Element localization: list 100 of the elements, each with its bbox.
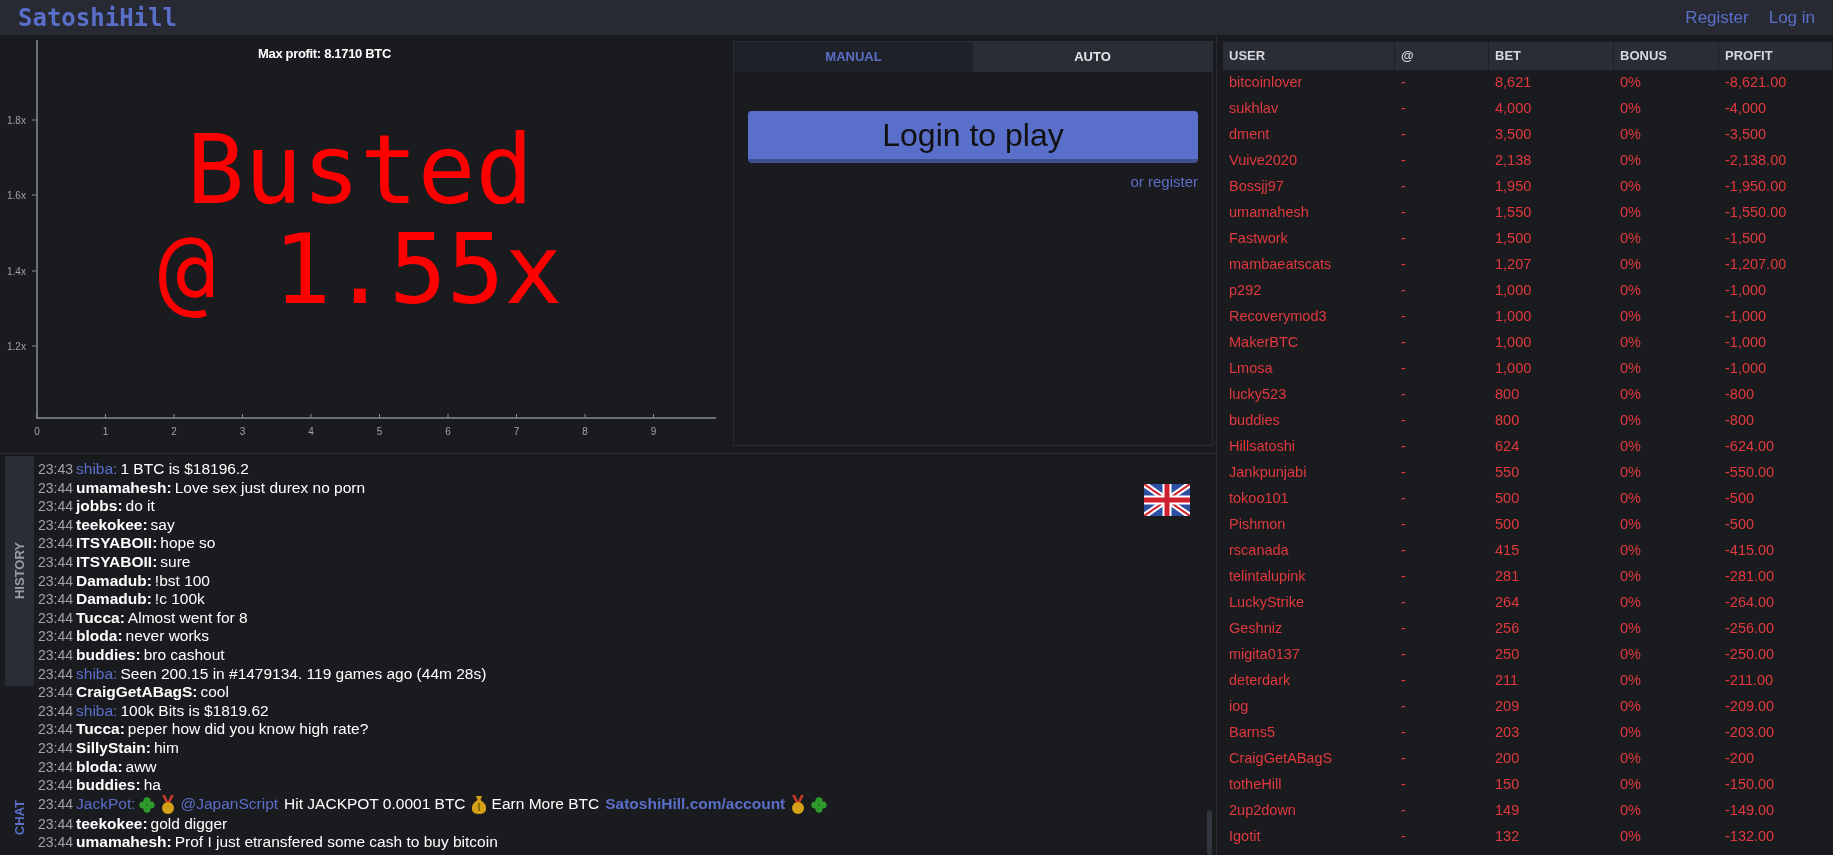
message-author[interactable]: jobbs: [76,497,123,516]
message-time: 23:44 [38,738,74,758]
message-text: Almost went for 8 [127,608,248,628]
message-author[interactable]: bloda: [76,627,123,646]
message-text: ha [143,776,161,795]
x-tick-label: 9 [650,426,657,437]
table-cell: 0% [1620,672,1641,689]
table-cell: 500 [1495,516,1520,533]
message-text: say [150,515,175,535]
table-cell: -132.00 [1725,828,1775,845]
uk-flag-icon[interactable] [1144,484,1190,516]
table-cell: - [1401,464,1406,481]
user-mention[interactable]: @JapanScript [180,795,279,814]
table-cell: 281 [1495,568,1520,585]
message-author[interactable]: umamahesh: [76,478,172,498]
message-time: 23:44 [38,534,74,553]
table-cell: -1,207.00 [1725,256,1787,273]
message-author[interactable]: SillyStain: [76,738,151,758]
table-cell: Bossjj97 [1229,178,1284,195]
column-header[interactable]: USER [1229,46,1266,66]
account-link[interactable]: SatoshiHill.com/account [605,795,786,814]
message-author[interactable]: buddies: [76,776,141,795]
table-cell: Hillsatoshi [1229,438,1296,455]
side-tab[interactable]: HISTORY [5,456,34,686]
message-time: 23:44 [38,571,74,591]
table-cell: - [1401,152,1406,169]
message-text: cool [200,683,229,702]
max-profit-label: Max profit: 8.1710 BTC [258,45,391,63]
message-author[interactable]: bloda: [76,757,123,777]
table-cell: - [1401,646,1406,663]
message-author[interactable]: shiba: [76,460,118,479]
table-cell: 1,550 [1495,204,1532,221]
table-cell: -1,000 [1725,282,1767,299]
message-author[interactable]: Tucca: [76,608,125,628]
table-cell: 0% [1620,308,1641,325]
table-cell: buddies [1229,412,1280,429]
table-cell: rscanada [1229,542,1289,559]
message-author[interactable]: shiba: [76,701,118,721]
table-cell: 0% [1620,256,1641,273]
table-cell: 132 [1495,828,1520,845]
table-cell: 0% [1620,74,1641,91]
message-author[interactable]: Damadub: [76,571,152,591]
x-tick-label: 6 [445,426,451,437]
table-cell: mambaeatscats [1229,256,1332,273]
column-header[interactable]: BONUS [1620,46,1667,66]
message-author[interactable]: CraigGetABagS: [76,683,198,702]
table-cell: 0% [1620,204,1641,221]
table-cell: 4,000 [1495,100,1532,117]
table-cell: -624.00 [1725,438,1775,455]
table-cell: 0% [1620,802,1641,819]
y-tick-label: 1.6x [7,190,26,201]
table-cell: -800 [1725,412,1755,429]
message-author[interactable]: umamahesh: [76,833,172,852]
message-author[interactable]: teekokee: [76,515,148,535]
message-author[interactable]: shiba: [76,664,118,684]
message-author[interactable]: ITSYABOII: [76,534,158,553]
table-cell: Pishmon [1229,516,1286,533]
scrollbar-thumb[interactable] [1207,810,1212,855]
table-cell: 0% [1620,438,1641,455]
table-cell: 3,500 [1495,126,1532,143]
message-author[interactable]: Damadub: [76,590,152,609]
table-cell: tokoo101 [1229,490,1289,507]
table-cell: - [1401,776,1406,793]
table-cell: -281.00 [1725,568,1775,585]
message-text: peper how did you know high rate? [127,720,369,739]
message-text: sure [160,552,191,572]
table-cell: - [1401,724,1406,741]
table-cell: CraigGetABagS [1229,750,1333,767]
login-button[interactable]: Login to play [748,111,1198,163]
message-text: gold digger [150,814,228,834]
message-author[interactable]: Tucca: [76,720,125,739]
message-author[interactable]: JackPot: [76,795,136,814]
message-author[interactable]: buddies: [76,645,141,665]
table-cell: Jankpunjabi [1229,464,1307,481]
table-cell: -203.00 [1725,724,1775,741]
table-cell: - [1401,204,1406,221]
message-text: !bst 100 [154,571,210,591]
message-time: 23:44 [38,608,74,628]
column-header[interactable]: @ [1401,46,1414,66]
table-cell: -500 [1725,516,1755,533]
column-header[interactable]: BET [1495,46,1521,66]
table-cell: - [1401,308,1406,325]
message-time: 23:44 [38,645,74,665]
message-author[interactable]: teekokee: [76,814,148,834]
medal-icon [159,794,176,815]
table-cell: 0% [1620,568,1641,585]
message-author[interactable]: ITSYABOII: [76,552,158,572]
message-time: 23:44 [38,814,74,834]
message-time: 23:44 [38,664,74,684]
table-cell: -550.00 [1725,464,1775,481]
table-cell: 256 [1495,620,1520,637]
register-link[interactable]: or register [1130,171,1198,194]
table-cell: 624 [1495,438,1520,455]
money-bag-icon [470,794,487,815]
message-text: Seen 200.15 in #1479134. 119 games ago (44m 28s) [120,664,487,684]
message-text: Love sex just durex no porn [174,478,366,498]
x-tick-label: 5 [376,426,383,437]
table-cell: - [1401,542,1406,559]
mode-tab[interactable]: AUTO [973,42,1212,72]
column-header[interactable]: PROFIT [1725,46,1773,66]
